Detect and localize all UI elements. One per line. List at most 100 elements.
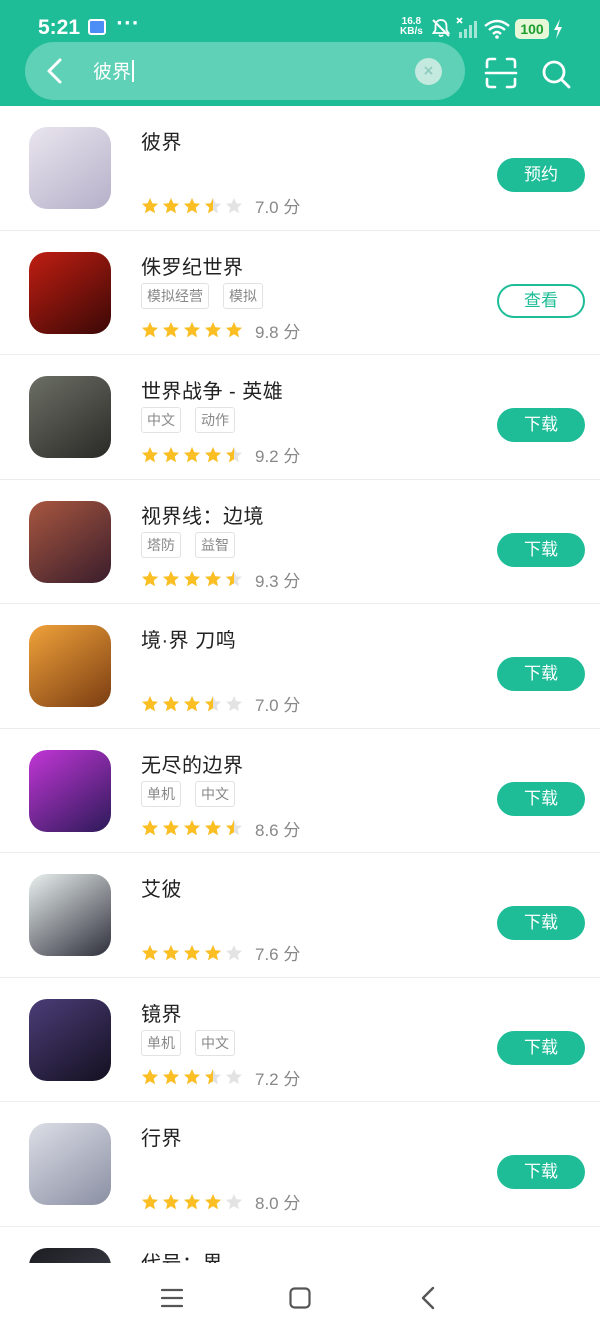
- battery-icon: 100: [515, 19, 549, 39]
- star-full-icon: [142, 571, 158, 587]
- app-name[interactable]: 无尽的边界: [141, 749, 244, 778]
- app-row[interactable]: 行界 8.0 分 下载: [0, 1102, 600, 1227]
- app-tags: 单机 中文: [141, 1029, 235, 1056]
- app-tags: 模拟经营 模拟: [141, 282, 263, 309]
- star-full-icon: [184, 1193, 200, 1209]
- app-tag: 中文: [141, 407, 181, 433]
- app-tags: 单机 中文: [141, 780, 235, 807]
- app-icon[interactable]: [29, 749, 111, 832]
- system-nav-bar: [0, 1263, 600, 1333]
- app-icon[interactable]: [29, 874, 111, 956]
- star-full-icon: [142, 1069, 158, 1085]
- home-icon[interactable]: [289, 1287, 311, 1309]
- star-full-icon: [205, 322, 221, 338]
- star-rating: [141, 944, 243, 962]
- app-score: 7.6 分: [255, 945, 301, 964]
- clear-x-icon[interactable]: ×: [415, 58, 442, 85]
- star-empty-icon: [226, 1193, 242, 1209]
- app-icon[interactable]: [29, 376, 111, 458]
- download-button[interactable]: 下载: [497, 1030, 585, 1065]
- download-button[interactable]: 下载: [497, 781, 585, 816]
- download-button[interactable]: 下载: [497, 1155, 585, 1189]
- app-icon[interactable]: [29, 1123, 111, 1205]
- star-full-icon: [163, 1193, 179, 1209]
- download-button[interactable]: 下载: [497, 408, 585, 442]
- app-row[interactable]: 视界线：边境 塔防 益智 9.3 分 下载: [0, 480, 600, 604]
- reserve-button[interactable]: 预约: [497, 158, 585, 192]
- app-score: 9.3 分: [255, 571, 301, 591]
- charging-bolt-icon: [554, 19, 562, 39]
- download-button[interactable]: 下载: [497, 657, 585, 691]
- app-row[interactable]: 无尽的边界 单机 中文 8.6 分 下载: [0, 729, 600, 853]
- app-name[interactable]: 镜界: [141, 998, 182, 1027]
- star-half-icon: [226, 571, 242, 587]
- search-input[interactable]: 彼界: [93, 57, 135, 84]
- app-row[interactable]: 世界战争 - 英雄 中文 动作 9.2 分 下载: [0, 355, 600, 480]
- star-rating: [141, 1068, 243, 1086]
- search-icon[interactable]: [540, 58, 572, 90]
- star-half-icon: [226, 446, 242, 462]
- star-full-icon: [184, 695, 200, 711]
- star-empty-icon: [226, 197, 242, 213]
- app-name[interactable]: 侏罗纪世界: [141, 251, 244, 280]
- star-rating: [141, 321, 243, 339]
- star-full-icon: [163, 571, 179, 587]
- app-name[interactable]: 境·界 刀鸣: [141, 624, 236, 653]
- app-icon[interactable]: [29, 1247, 111, 1263]
- search-box[interactable]: 彼界 ×: [25, 42, 465, 100]
- app-name[interactable]: 代号：界: [141, 1247, 223, 1264]
- star-full-icon: [184, 820, 200, 836]
- back-icon[interactable]: [419, 1285, 437, 1311]
- star-full-icon: [142, 820, 158, 836]
- star-half-icon: [205, 1069, 221, 1085]
- app-name[interactable]: 行界: [141, 1122, 182, 1151]
- star-full-icon: [184, 571, 200, 587]
- star-full-icon: [163, 322, 179, 338]
- star-full-icon: [205, 446, 221, 462]
- star-full-icon: [184, 1069, 200, 1085]
- star-full-icon: [184, 322, 200, 338]
- app-rating: 8.6 分: [141, 816, 300, 840]
- app-row[interactable]: 代号：界: [0, 1227, 600, 1264]
- app-score: 7.2 分: [255, 1069, 301, 1089]
- star-full-icon: [142, 1193, 158, 1209]
- app-tag: 中文: [195, 1029, 235, 1056]
- app-tag: 中文: [195, 780, 235, 807]
- app-tags: 中文 动作: [141, 407, 235, 433]
- wallet-card-icon: [88, 19, 106, 35]
- app-name[interactable]: 世界战争 - 英雄: [141, 375, 283, 404]
- star-full-icon: [163, 197, 179, 213]
- app-row[interactable]: 艾彼 7.6 分 下载: [0, 853, 600, 978]
- star-full-icon: [163, 820, 179, 836]
- view-button[interactable]: 查看: [497, 283, 585, 318]
- app-rating: 7.0 分: [141, 692, 300, 716]
- app-tag: 模拟: [223, 282, 263, 309]
- star-full-icon: [163, 1069, 179, 1085]
- app-icon[interactable]: [29, 998, 111, 1081]
- app-name[interactable]: 艾彼: [141, 873, 182, 902]
- scan-icon[interactable]: [484, 56, 518, 90]
- app-tag: 塔防: [141, 531, 181, 558]
- app-score: 9.2 分: [255, 447, 301, 466]
- app-row[interactable]: 彼界 7.0 分 预约: [0, 106, 600, 231]
- star-full-icon: [205, 944, 221, 960]
- download-button[interactable]: 下载: [497, 906, 585, 940]
- app-row[interactable]: 镜界 单机 中文 7.2 分 下载: [0, 978, 600, 1102]
- download-button[interactable]: 下载: [497, 532, 585, 567]
- app-icon[interactable]: [29, 251, 111, 334]
- menu-icon[interactable]: [161, 1287, 183, 1309]
- app-name[interactable]: 彼界: [141, 126, 182, 155]
- app-row[interactable]: 境·界 刀鸣 7.0 分 下载: [0, 604, 600, 729]
- chevron-left-icon[interactable]: [39, 55, 71, 87]
- app-icon[interactable]: [29, 500, 111, 583]
- app-name[interactable]: 视界线：边境: [141, 500, 264, 529]
- app-row[interactable]: 侏罗纪世界 模拟经营 模拟 9.8 分 查看: [0, 231, 600, 355]
- clear-x-glyph: ×: [422, 63, 435, 79]
- star-full-icon: [142, 197, 158, 213]
- app-list[interactable]: 彼界 7.0 分预约 侏罗纪世界 模拟经营 模拟 9.8 分查看 世界战争 - 英雄 中文 动作…: [0, 106, 600, 1263]
- star-full-icon: [163, 944, 179, 960]
- network-speed-unit: KB/s: [400, 26, 423, 37]
- app-icon[interactable]: [29, 625, 111, 707]
- app-icon[interactable]: [29, 127, 111, 209]
- app-tag: 单机: [141, 780, 181, 807]
